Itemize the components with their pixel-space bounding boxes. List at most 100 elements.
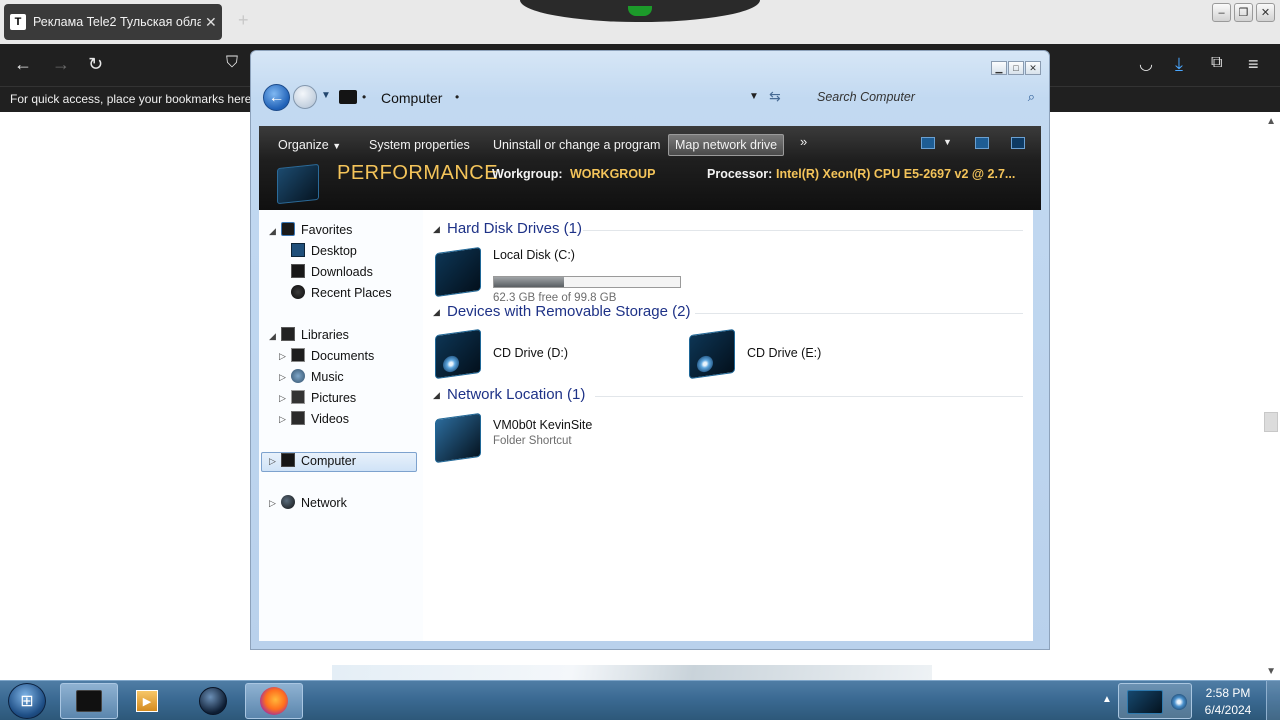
recent-pages-chevron-down-icon[interactable]: ▼ (321, 90, 331, 101)
network-item-name: VM0b0t KevinSite (493, 418, 593, 432)
uninstall-program-button[interactable]: Uninstall or change a program (486, 134, 667, 156)
drive-item-cd-d[interactable]: CD Drive (D:) (431, 328, 651, 380)
drive-name: Local Disk (C:) (493, 248, 575, 262)
explorer-window: ▁ □ ✕ ← ▼ • Computer • ▼ ⇆ Search Comput… (250, 50, 1050, 650)
group-hard-disk-drives[interactable]: ◢ Hard Disk Drives (1) (433, 220, 1029, 240)
sidebar-item-network[interactable]: Network (301, 496, 347, 510)
network-folder-icon (435, 412, 481, 464)
clock-time[interactable]: 2:58 PM (1196, 686, 1260, 700)
explorer-minimize-button[interactable]: ▁ (991, 61, 1007, 75)
extensions-icon[interactable]: ⧉ (1211, 54, 1222, 72)
group-divider (583, 230, 1023, 231)
pocket-icon[interactable]: ◡ (1139, 54, 1153, 74)
sidebar-item-desktop[interactable]: Desktop (311, 244, 357, 258)
taskbar-firefox-button[interactable] (245, 683, 303, 719)
collapse-favorites-icon[interactable]: ◢ (269, 226, 276, 237)
search-icon[interactable]: ⌕ (1028, 89, 1035, 105)
sidebar-item-pictures[interactable]: Pictures (311, 391, 356, 405)
drive-item-cd-e[interactable]: CD Drive (E:) (685, 328, 905, 380)
close-window-button[interactable]: ✕ (1256, 3, 1275, 22)
address-separator[interactable]: • (362, 90, 366, 104)
system-properties-button[interactable]: System properties (362, 134, 477, 156)
sidebar-item-recent-places[interactable]: Recent Places (311, 286, 392, 300)
sidebar-item-favorites[interactable]: Favorites (301, 223, 352, 237)
address-bar[interactable]: Computer (381, 90, 442, 106)
expand-pictures-icon[interactable]: ▷ (279, 393, 286, 404)
sidebar-item-music[interactable]: Music (311, 370, 344, 384)
expand-network-icon[interactable]: ▷ (269, 498, 276, 509)
expand-documents-icon[interactable]: ▷ (279, 351, 286, 362)
group-removable-storage[interactable]: ◢ Devices with Removable Storage (2) (433, 303, 1029, 323)
forward-button[interactable] (293, 85, 317, 109)
app-orb-icon (199, 687, 227, 715)
close-tab-icon[interactable]: ✕ (205, 14, 217, 31)
search-input[interactable]: Search Computer (817, 90, 915, 104)
expand-music-icon[interactable]: ▷ (279, 372, 286, 383)
disk-usage-fill (494, 277, 564, 287)
drive-item-local-disk[interactable]: Local Disk (C:) (431, 246, 691, 298)
documents-icon (291, 348, 305, 362)
explorer-maximize-button[interactable]: □ (1008, 61, 1024, 75)
search-box[interactable]: Search Computer ⌕ (801, 85, 1041, 111)
reload-icon[interactable]: ↻ (88, 54, 103, 75)
collapse-group-icon[interactable]: ◢ (433, 307, 440, 318)
explorer-icon (76, 690, 102, 712)
show-desktop-button[interactable] (1266, 681, 1280, 720)
bookmarks-hint: For quick access, place your bookmarks h… (10, 92, 269, 106)
collapse-group-icon[interactable]: ◢ (433, 224, 440, 235)
collapse-libraries-icon[interactable]: ◢ (269, 331, 276, 342)
drive-name: CD Drive (E:) (747, 346, 822, 360)
processor-label: Processor: (707, 167, 773, 181)
explorer-close-button[interactable]: ✕ (1025, 61, 1041, 75)
tray-computer-icon[interactable] (1127, 690, 1163, 714)
sidebar-item-libraries[interactable]: Libraries (301, 328, 349, 342)
taskbar-explorer-button[interactable] (60, 683, 118, 719)
back-icon[interactable]: ← (14, 54, 32, 75)
taskbar-app-button[interactable] (184, 683, 242, 719)
organize-button[interactable]: Organize ▼ (271, 134, 348, 156)
sidebar-item-computer[interactable]: Computer (301, 454, 356, 468)
menu-icon[interactable]: ≡ (1248, 54, 1259, 75)
more-commands-icon[interactable]: » (800, 134, 807, 149)
media-player-icon: ▶ (136, 690, 158, 712)
forward-icon[interactable]: → (52, 54, 70, 75)
restore-window-button[interactable]: ❐ (1234, 3, 1253, 22)
group-network-location[interactable]: ◢ Network Location (1) (433, 386, 1029, 406)
music-icon (291, 369, 305, 383)
change-view-icon[interactable] (921, 137, 935, 149)
expand-computer-icon[interactable]: ▷ (269, 456, 276, 467)
page-scrollbar-thumb[interactable] (1264, 412, 1278, 432)
start-button[interactable]: ⊞ (8, 683, 46, 719)
expand-videos-icon[interactable]: ▷ (279, 414, 286, 425)
minimize-window-button[interactable]: – (1212, 3, 1231, 22)
view-options-chevron-down-icon[interactable]: ▼ (943, 137, 952, 147)
browser-tab[interactable]: T Реклама Tele2 Тульская облас ✕ (4, 4, 222, 40)
scroll-down-arrow-icon[interactable]: ▼ (1266, 666, 1276, 677)
processor-value: Intel(R) Xeon(R) CPU E5-2697 v2 @ 2.7... (776, 167, 1016, 181)
sidebar-item-videos[interactable]: Videos (311, 412, 349, 426)
preview-pane-icon[interactable] (975, 137, 989, 149)
map-network-drive-button[interactable]: Map network drive (668, 134, 785, 156)
scroll-up-arrow-icon[interactable]: ▲ (1266, 116, 1276, 127)
network-item-shortcut[interactable]: VM0b0t KevinSite Folder Shortcut (431, 412, 691, 464)
tray-disc-icon[interactable] (1171, 694, 1187, 710)
address-separator-end[interactable]: • (455, 90, 459, 104)
address-dropdown-icon[interactable]: ▼ (749, 91, 759, 102)
drive-name: CD Drive (D:) (493, 346, 568, 360)
help-icon[interactable] (1011, 137, 1025, 149)
collapse-group-icon[interactable]: ◢ (433, 390, 440, 401)
sidebar-item-documents[interactable]: Documents (311, 349, 374, 363)
clock-date[interactable]: 6/4/2024 (1196, 703, 1260, 717)
content-pane: ◢ Hard Disk Drives (1) Local Disk (C:) 6… (423, 210, 1033, 641)
show-hidden-icons-icon[interactable]: ▲ (1102, 694, 1112, 705)
refresh-icon[interactable]: ⇆ (769, 88, 781, 105)
shield-icon[interactable]: ⛉ (226, 54, 238, 72)
tab-title: Реклама Tele2 Тульская облас (33, 15, 201, 29)
chevron-down-icon: ▼ (332, 141, 342, 151)
taskbar-media-player-button[interactable]: ▶ (118, 683, 176, 719)
back-button[interactable]: ← (263, 84, 290, 111)
new-tab-icon[interactable]: + (238, 10, 249, 31)
download-icon[interactable]: ⤓ (1175, 54, 1183, 75)
favorites-icon (281, 222, 295, 236)
sidebar-item-downloads[interactable]: Downloads (311, 265, 373, 279)
